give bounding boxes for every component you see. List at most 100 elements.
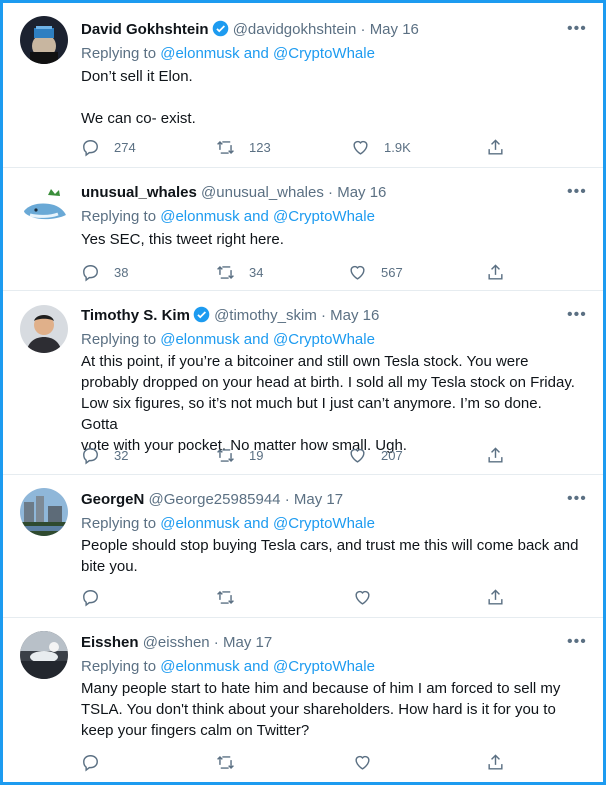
share-icon [488, 263, 503, 280]
like-button[interactable]: 1.9K [351, 137, 411, 157]
tweet-line: Yes SEC, this tweet right here. [81, 231, 284, 248]
tweet-date[interactable]: May 17 [223, 634, 272, 651]
tweet-line: bite you. [81, 558, 138, 575]
more-options-icon[interactable]: ••• [567, 21, 586, 42]
retweet-count: 19 [249, 447, 264, 463]
more-options-icon[interactable]: ••• [567, 307, 586, 328]
replying-to: Replying to @elonmusk and @CryptoWhale [81, 329, 375, 351]
replying-to-link[interactable]: @elonmusk and @CryptoWhale [160, 208, 375, 225]
separator: · [209, 634, 223, 651]
reply-icon [83, 447, 98, 464]
display-name[interactable]: Eisshen [81, 634, 139, 651]
like-button[interactable] [353, 752, 386, 772]
retweet-icon [217, 448, 234, 462]
like-count: 1.9K [384, 139, 411, 155]
like-button[interactable]: 207 [348, 445, 403, 465]
replying-prefix: Replying to [81, 45, 161, 62]
tweet[interactable]: unusual_whales @unusual_whales · May 16 … [3, 167, 603, 291]
like-count: 207 [381, 447, 403, 463]
reply-button[interactable] [81, 752, 114, 772]
tweet-line: At this point, if you’re a bitcoiner and… [81, 353, 529, 370]
retweet-button[interactable]: 34 [216, 262, 263, 282]
tweet-line: Don’t sell it Elon. [81, 68, 193, 85]
tweet-date[interactable]: May 16 [337, 184, 386, 201]
reply-icon [83, 264, 98, 281]
retweet-button[interactable]: 123 [216, 137, 271, 157]
reply-icon [83, 754, 98, 771]
replying-to-link[interactable]: @elonmusk and @CryptoWhale [160, 45, 375, 62]
replying-to: Replying to @elonmusk and @CryptoWhale [81, 513, 375, 535]
reply-button[interactable]: 274 [81, 137, 136, 157]
replying-to-link[interactable]: @elonmusk and @CryptoWhale [160, 658, 375, 675]
display-name[interactable]: David Gokhshtein [81, 21, 209, 38]
share-button[interactable] [486, 262, 505, 282]
tweet-header: Timothy S. Kim @timothy_skim · May 16 [81, 305, 379, 327]
replying-to-link[interactable]: @elonmusk and @CryptoWhale [160, 515, 375, 532]
separator: · [323, 184, 338, 201]
share-button[interactable] [486, 445, 505, 465]
tweet-line: Many people start to hate him and becaus… [81, 680, 561, 697]
display-name[interactable]: unusual_whales [81, 184, 197, 201]
user-handle[interactable]: @eisshen [143, 634, 210, 651]
replying-prefix: Replying to [81, 515, 161, 532]
tweet-header: unusual_whales @unusual_whales · May 16 [81, 182, 386, 204]
retweet-button[interactable] [216, 752, 249, 772]
tweet-actions: 38 34 567 [81, 262, 521, 282]
tweet-line: We can co- exist. [81, 110, 196, 127]
user-handle[interactable]: @unusual_whales [201, 184, 324, 201]
heart-icon [355, 590, 370, 605]
tweet[interactable]: David Gokhshtein @davidgokhshtein · May … [3, 3, 603, 168]
reply-button[interactable]: 38 [81, 262, 128, 282]
tweet[interactable]: Eisshen @eisshen · May 17 ••• Replying t… [3, 617, 603, 782]
tweet[interactable]: GeorgeN @George25985944 · May 17 ••• Rep… [3, 474, 603, 618]
separator: · [356, 21, 370, 38]
retweet-button[interactable] [216, 587, 249, 607]
reply-icon [83, 589, 98, 606]
tweet-actions: 32 19 207 [81, 445, 521, 465]
heart-icon [350, 265, 365, 280]
share-button[interactable] [486, 587, 505, 607]
separator: · [280, 491, 294, 508]
retweet-icon [217, 755, 234, 769]
replying-to-link[interactable]: @elonmusk and @CryptoWhale [160, 331, 375, 348]
avatar[interactable] [20, 305, 68, 353]
avatar[interactable] [20, 488, 68, 536]
tweet-text: People should stop buying Tesla cars, an… [81, 535, 581, 577]
display-name[interactable]: GeorgeN [81, 491, 144, 508]
share-icon [488, 446, 503, 463]
user-handle[interactable]: @George25985944 [149, 491, 281, 508]
more-options-icon[interactable]: ••• [567, 634, 586, 655]
tweet-header: Eisshen @eisshen · May 17 [81, 632, 272, 654]
avatar[interactable] [20, 181, 68, 229]
more-options-icon[interactable]: ••• [567, 491, 586, 512]
like-button[interactable]: 567 [348, 262, 403, 282]
tweet-text: At this point, if you’re a bitcoiner and… [81, 351, 581, 456]
verified-badge-icon [212, 20, 229, 44]
more-options-icon[interactable]: ••• [567, 184, 586, 205]
heart-icon [350, 448, 365, 463]
display-name[interactable]: Timothy S. Kim [81, 307, 190, 324]
tweet-line [81, 87, 581, 108]
reply-button[interactable] [81, 587, 114, 607]
avatar[interactable] [20, 631, 68, 679]
user-handle[interactable]: @davidgokhshtein [233, 21, 357, 38]
heart-icon [353, 140, 368, 155]
share-button[interactable] [486, 137, 505, 157]
tweet-date[interactable]: May 16 [330, 307, 379, 324]
tweet-actions [81, 752, 521, 772]
user-handle[interactable]: @timothy_skim [214, 307, 317, 324]
reply-count: 274 [114, 139, 136, 155]
tweet-line: Low six figures, so it’s not much but I … [81, 395, 542, 433]
like-button[interactable] [353, 587, 386, 607]
replying-to: Replying to @elonmusk and @CryptoWhale [81, 43, 375, 65]
tweet-date[interactable]: May 16 [370, 21, 419, 38]
retweet-button[interactable]: 19 [216, 445, 263, 465]
avatar[interactable] [20, 16, 68, 64]
share-button[interactable] [486, 752, 505, 772]
tweet-date[interactable]: May 17 [294, 491, 343, 508]
reply-button[interactable]: 32 [81, 445, 128, 465]
tweet-text: Many people start to hate him and becaus… [81, 678, 581, 741]
share-icon [488, 588, 503, 605]
tweet-actions: 274 123 1.9K [81, 137, 521, 157]
tweet[interactable]: Timothy S. Kim @timothy_skim · May 16 ••… [3, 290, 603, 475]
